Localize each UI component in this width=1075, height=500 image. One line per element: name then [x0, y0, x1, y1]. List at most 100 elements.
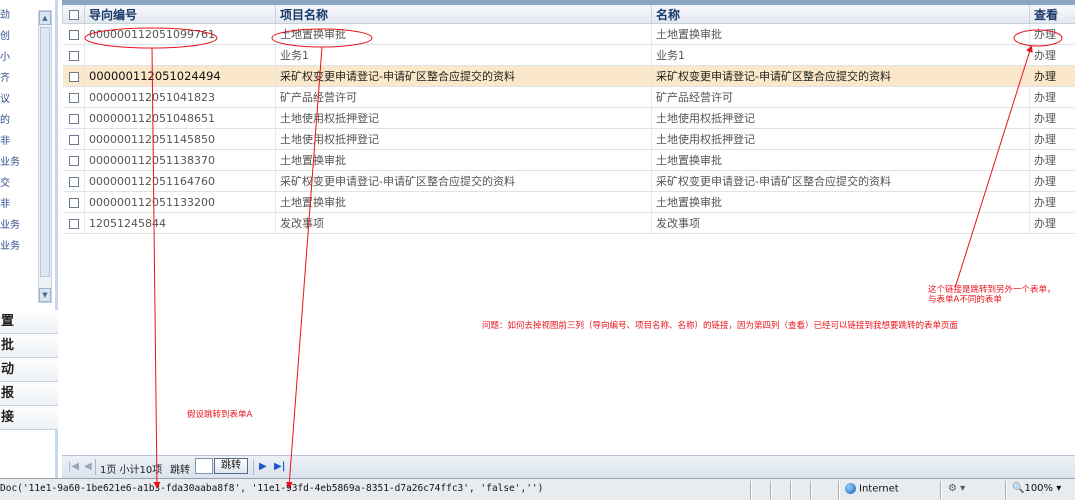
cell-action-link[interactable]: 办理 [1029, 149, 1075, 171]
table-row[interactable]: 000000112051024494 采矿权变更申请登记-申请矿区整合应提交的资料… [62, 65, 1075, 87]
first-page-icon[interactable]: |◀ [68, 461, 79, 472]
prev-page-icon[interactable]: ◀ [84, 461, 92, 472]
cell-action-link[interactable]: 办理 [1029, 65, 1075, 87]
cell-project[interactable]: 土地置换审批 [275, 23, 652, 45]
table-row[interactable]: 000000112051145850 土地使用权抵押登记 土地使用权抵押登记 办理 [62, 128, 1075, 150]
cell-code[interactable]: 12051245844 [84, 212, 276, 234]
sidebar-link[interactable]: 业务 [0, 237, 20, 252]
cell-code[interactable]: 000000112051145850 [84, 128, 276, 150]
cell-project[interactable]: 土地置换审批 [275, 149, 652, 171]
sidebar-link[interactable]: 小 [0, 48, 10, 63]
cell-name[interactable]: 土地置换审批 [651, 191, 1030, 213]
cell-project[interactable]: 采矿权变更申请登记-申请矿区整合应提交的资料 [275, 170, 652, 192]
cell-code[interactable]: 000000112051133200 [84, 191, 276, 213]
row-checkbox[interactable] [62, 23, 85, 45]
row-checkbox[interactable] [62, 65, 85, 87]
scrollbar-thumb[interactable] [40, 27, 50, 277]
row-checkbox[interactable] [62, 44, 85, 66]
cell-name[interactable]: 矿产品经营许可 [651, 86, 1030, 108]
last-page-icon[interactable]: ▶| [274, 461, 285, 472]
sidebar-link[interactable]: 交 [0, 174, 10, 189]
sidebar-link[interactable]: 的 [0, 111, 10, 126]
table-row[interactable]: 000000112051048651 土地使用权抵押登记 土地使用权抵押登记 办理 [62, 107, 1075, 129]
select-all-checkbox[interactable] [62, 0, 85, 24]
cell-code[interactable]: 000000112051041823 [84, 86, 276, 108]
security-zone[interactable]: Internet [845, 483, 899, 495]
sidebar-group[interactable]: 报 [0, 382, 58, 406]
sidebar-group[interactable]: 接 [0, 406, 58, 430]
cell-name[interactable]: 土地置换审批 [651, 23, 1030, 45]
cell-action-link[interactable]: 办理 [1029, 23, 1075, 45]
jump-button[interactable]: 跳转 [214, 458, 248, 474]
column-header-name[interactable]: 名称 [651, 0, 1030, 24]
sidebar-group[interactable]: 批 [0, 334, 58, 358]
cell-name[interactable]: 土地使用权抵押登记 [651, 128, 1030, 150]
cell-name[interactable]: 业务1 [651, 44, 1030, 66]
column-header-project[interactable]: 项目名称 [275, 0, 652, 24]
row-checkbox[interactable] [62, 149, 85, 171]
cell-project[interactable]: 矿产品经营许可 [275, 86, 652, 108]
table-row[interactable]: 000000112051164760 采矿权变更申请登记-申请矿区整合应提交的资料… [62, 170, 1075, 192]
cell-action-link[interactable]: 办理 [1029, 170, 1075, 192]
scroll-up-arrow-icon[interactable]: ▲ [39, 11, 51, 25]
table-row[interactable]: 业务1 业务1 办理 [62, 44, 1075, 66]
cell-code[interactable]: 000000112051048651 [84, 107, 276, 129]
table-body: 000000112051099761 土地置换审批 土地置换审批 办理 业务1 业务1 办理… [62, 23, 1075, 234]
sidebar-link[interactable]: 非 [0, 195, 10, 210]
scroll-down-arrow-icon[interactable]: ▼ [39, 288, 51, 302]
row-checkbox[interactable] [62, 107, 85, 129]
cell-project[interactable]: 土地使用权抵押登记 [275, 128, 652, 150]
cell-code[interactable]: 000000112051024494 [84, 65, 276, 87]
table-row[interactable]: 000000112051099761 土地置换审批 土地置换审批 办理 [62, 23, 1075, 45]
row-checkbox[interactable] [62, 170, 85, 192]
row-checkbox[interactable] [62, 191, 85, 213]
sidebar-group[interactable]: 置 [0, 310, 58, 334]
column-header-view[interactable]: 查看 [1029, 0, 1075, 24]
cell-name[interactable]: 采矿权变更申请登记-申请矿区整合应提交的资料 [651, 65, 1030, 87]
table-row[interactable]: 000000112051138370 土地置换审批 土地置换审批 办理 [62, 149, 1075, 171]
row-checkbox[interactable] [62, 128, 85, 150]
row-checkbox[interactable] [62, 86, 85, 108]
cell-name[interactable]: 土地使用权抵押登记 [651, 107, 1030, 129]
sidebar-link[interactable]: 非 [0, 132, 10, 147]
table-row[interactable]: 12051245844 发改事项 发改事项 办理 [62, 212, 1075, 234]
sidebar-scrollbar[interactable]: ▲ ▼ [38, 10, 52, 303]
cell-name[interactable]: 发改事项 [651, 212, 1030, 234]
cell-code[interactable]: 000000112051099761 [84, 23, 276, 45]
table-row[interactable]: 000000112051133200 土地置换审批 土地置换审批 办理 [62, 191, 1075, 213]
cell-project[interactable]: 采矿权变更申请登记-申请矿区整合应提交的资料 [275, 65, 652, 87]
cell-project[interactable]: 土地使用权抵押登记 [275, 107, 652, 129]
protected-mode-icon[interactable]: ⚙ ▾ [948, 483, 965, 494]
question-note: 问题：如何去掉视图前三列（导向编号、项目名称、名称）的链接，因为第四列（查看）已… [482, 321, 959, 331]
sidebar-link[interactable]: 劲 [0, 6, 10, 21]
sidebar-group-list: 置批动报接 [0, 310, 58, 430]
sidebar-link[interactable]: 业务 [0, 216, 20, 231]
zoom-level[interactable]: 🔍100% ▾ [1012, 483, 1061, 494]
cell-action-link[interactable]: 办理 [1029, 212, 1075, 234]
sidebar-group[interactable]: 动 [0, 358, 58, 382]
cell-code[interactable]: 000000112051138370 [84, 149, 276, 171]
cell-project[interactable]: 业务1 [275, 44, 652, 66]
jump-page-input[interactable] [195, 458, 213, 474]
column-header-code[interactable]: 导向编号 [84, 0, 276, 24]
cell-action-link[interactable]: 办理 [1029, 191, 1075, 213]
cell-action-link[interactable]: 办理 [1029, 107, 1075, 129]
sidebar-link[interactable]: 议 [0, 90, 10, 105]
cell-project[interactable]: 发改事项 [275, 212, 652, 234]
next-page-icon[interactable]: ▶ [259, 461, 267, 472]
cell-action-link[interactable]: 办理 [1029, 44, 1075, 66]
cell-action-link[interactable]: 办理 [1029, 86, 1075, 108]
cell-action-link[interactable]: 办理 [1029, 128, 1075, 150]
status-link-text: Doc('11e1-9a60-1be621e6-a1b3-fda30aaba8f… [0, 483, 544, 494]
cell-project[interactable]: 土地置换审批 [275, 191, 652, 213]
work-item-table: 导向编号 项目名称 名称 查看 000000112051099761 土地置换审批… [62, 0, 1075, 234]
sidebar-link[interactable]: 齐 [0, 69, 10, 84]
sidebar-link[interactable]: 业务 [0, 153, 20, 168]
cell-code[interactable] [84, 44, 276, 66]
cell-code[interactable]: 000000112051164760 [84, 170, 276, 192]
row-checkbox[interactable] [62, 212, 85, 234]
sidebar-link[interactable]: 创 [0, 27, 10, 42]
cell-name[interactable]: 土地置换审批 [651, 149, 1030, 171]
table-row[interactable]: 000000112051041823 矿产品经营许可 矿产品经营许可 办理 [62, 86, 1075, 108]
cell-name[interactable]: 采矿权变更申请登记-申请矿区整合应提交的资料 [651, 170, 1030, 192]
